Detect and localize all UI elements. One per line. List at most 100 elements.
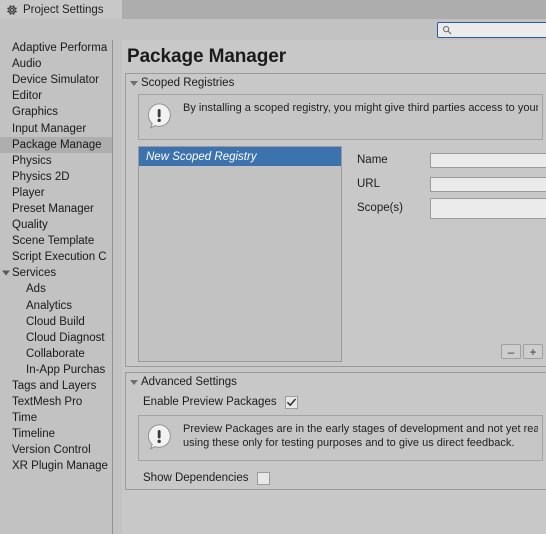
scoped-registries-info-text: By installing a scoped registry, you mig…: [183, 101, 538, 115]
sidebar-item-physics[interactable]: Physics: [0, 153, 112, 169]
sidebar-item-quality[interactable]: Quality: [0, 217, 112, 233]
sidebar-item-label: In-App Purchas: [26, 363, 106, 376]
tab-project-settings[interactable]: Project Settings: [0, 0, 122, 19]
toolbar: [0, 19, 546, 40]
advanced-settings-section: Advanced Settings Enable Preview Package…: [125, 372, 546, 490]
search-input[interactable]: [455, 24, 546, 36]
sidebar-item-script-execution-c[interactable]: Script Execution C: [0, 249, 112, 265]
sidebar-item-label: Services: [12, 267, 57, 280]
sidebar-item-tags-and-layers[interactable]: Tags and Layers: [0, 378, 112, 394]
sidebar-item-version-control[interactable]: Version Control: [0, 442, 112, 458]
chevron-down-icon: [130, 379, 138, 385]
name-field[interactable]: [430, 152, 546, 168]
registry-name-label: New Scoped Registry: [146, 150, 257, 163]
settings-sidebar[interactable]: Adaptive Performa Audio Device Simulator Ed…: [0, 40, 112, 534]
sidebar-item-scene-template[interactable]: Scene Template: [0, 233, 112, 249]
sidebar-item-in-app-purchas[interactable]: In-App Purchas: [0, 362, 112, 378]
remove-registry-button[interactable]: –: [501, 344, 521, 359]
sidebar-item-package-manage[interactable]: Package Manage: [0, 136, 112, 153]
sidebar-item-audio[interactable]: Audio: [0, 56, 112, 72]
sidebar-item-label: Package Manage: [12, 138, 102, 151]
sidebar-item-graphics[interactable]: Graphics: [0, 104, 112, 120]
show-dependencies-row: Show Dependencies: [126, 467, 546, 489]
sidebar-item-label: Analytics: [26, 299, 73, 312]
sidebar-item-timeline[interactable]: Timeline: [0, 426, 112, 442]
window-body: Adaptive Performa Audio Device Simulator Ed…: [0, 40, 546, 534]
sidebar-item-input-manager[interactable]: Input Manager: [0, 120, 112, 136]
sidebar-item-label: Player: [12, 186, 45, 199]
tab-bar: Project Settings: [0, 0, 546, 19]
info-bubble-icon: [145, 101, 175, 131]
search-box[interactable]: [437, 22, 546, 38]
sidebar-item-label: Collaborate: [26, 347, 85, 360]
sidebar-item-xr-plugin-manage[interactable]: XR Plugin Manage: [0, 458, 112, 474]
sidebar-item-textmesh-pro[interactable]: TextMesh Pro: [0, 394, 112, 410]
sidebar-item-label: Ads: [26, 283, 46, 296]
show-dependencies-label: Show Dependencies: [143, 472, 249, 484]
url-field[interactable]: [430, 176, 546, 192]
sidebar-item-editor[interactable]: Editor: [0, 88, 112, 104]
sidebar-item-label: Quality: [12, 219, 48, 232]
sidebar-item-label: Cloud Build: [26, 315, 85, 328]
info-line: By installing a scoped registry, you mig…: [183, 102, 538, 114]
sidebar-item-label: Graphics: [12, 106, 59, 119]
scopes-field[interactable]: [430, 197, 546, 219]
add-registry-button[interactable]: +: [523, 344, 543, 359]
sidebar-item-cloud-build[interactable]: Cloud Build: [0, 314, 112, 330]
advanced-settings-header[interactable]: Advanced Settings: [126, 373, 546, 391]
search-icon: [438, 25, 452, 35]
scoped-registries-title: Scoped Registries: [141, 77, 235, 89]
scoped-registries-infobox: By installing a scoped registry, you mig…: [138, 94, 543, 140]
sidebar-item-collaborate[interactable]: Collaborate: [0, 346, 112, 362]
advanced-settings-title: Advanced Settings: [141, 376, 237, 388]
sidebar-item-label: TextMesh Pro: [12, 396, 83, 409]
sidebar-item-label: Physics 2D: [12, 170, 70, 183]
enable-preview-packages-checkbox[interactable]: [284, 395, 298, 409]
settings-main-panel: Package Manager Scoped Registries By ins…: [122, 40, 546, 534]
sidebar-item-preset-manager[interactable]: Preset Manager: [0, 201, 112, 217]
splitter-gutter: [113, 40, 122, 534]
sidebar-item-label: Cloud Diagnost: [26, 331, 105, 344]
sidebar-item-physics-2d[interactable]: Physics 2D: [0, 169, 112, 185]
gear-icon: [6, 4, 18, 16]
sidebar-item-adaptive-performa[interactable]: Adaptive Performa: [0, 40, 112, 56]
registry-detail-form: Name URL Scope(s): [357, 150, 546, 222]
sidebar-item-label: Timeline: [12, 428, 56, 441]
enable-preview-packages-label: Enable Preview Packages: [143, 396, 277, 408]
sidebar-item-time[interactable]: Time: [0, 410, 112, 426]
sidebar-item-label: Preset Manager: [12, 202, 94, 215]
sidebar-item-label: Scene Template: [12, 235, 95, 248]
sidebar-item-label: Input Manager: [12, 122, 87, 135]
chevron-down-icon: [130, 80, 138, 86]
chevron-down-icon[interactable]: [2, 270, 10, 276]
info-bubble-icon: [145, 422, 175, 452]
show-dependencies-checkbox[interactable]: [256, 471, 270, 485]
sidebar-item-services[interactable]: Services: [0, 265, 112, 281]
sidebar-item-cloud-diagnost[interactable]: Cloud Diagnost: [0, 330, 112, 346]
scopes-label: Scope(s): [357, 202, 404, 214]
form-row-url: URL: [357, 174, 546, 194]
sidebar-item-ads[interactable]: Ads: [0, 281, 112, 297]
sidebar-item-analytics[interactable]: Analytics: [0, 298, 112, 314]
registry-list-buttons: – +: [501, 344, 543, 359]
sidebar-item-label: Tags and Layers: [12, 380, 97, 393]
sidebar-item-device-simulator[interactable]: Device Simulator: [0, 72, 112, 88]
sidebar-item-label: Time: [12, 412, 38, 425]
list-item[interactable]: New Scoped Registry: [139, 147, 341, 166]
sidebar-item-player[interactable]: Player: [0, 185, 112, 201]
preview-packages-infobox: Preview Packages are in the early stages…: [138, 415, 543, 461]
sidebar-item-label: XR Plugin Manage: [12, 460, 108, 473]
info-line: Preview Packages are in the early stages…: [183, 423, 538, 435]
preview-packages-info-text: Preview Packages are in the early stages…: [183, 422, 538, 450]
sidebar-item-label: Version Control: [12, 444, 91, 457]
sidebar-item-label: Audio: [12, 58, 42, 71]
url-label: URL: [357, 178, 381, 190]
scoped-registries-header[interactable]: Scoped Registries: [126, 74, 546, 92]
tab-label: Project Settings: [23, 3, 104, 16]
page-title: Package Manager: [127, 46, 287, 67]
sidebar-item-label: Script Execution C: [12, 251, 107, 264]
scoped-registry-editor: New Scoped Registry – + Name URL Scope(s…: [138, 146, 546, 362]
project-settings-window: Project Settings Adaptive Performa Audio D…: [0, 0, 546, 534]
scoped-registry-list[interactable]: New Scoped Registry: [138, 146, 342, 362]
name-label: Name: [357, 154, 388, 166]
